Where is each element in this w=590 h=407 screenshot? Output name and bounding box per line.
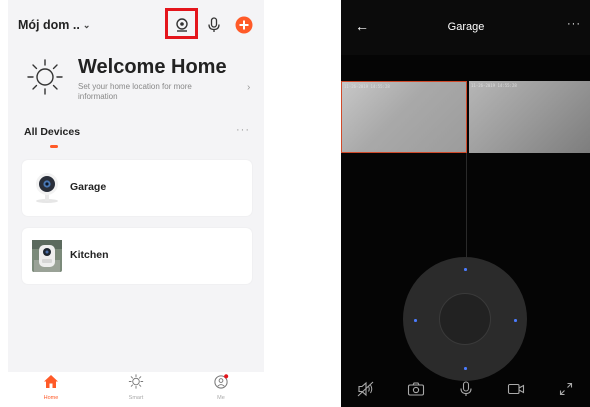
device-name: Garage [70, 181, 107, 193]
welcome-subtitle[interactable]: Set your home location for more informat… [78, 82, 218, 102]
add-device-button[interactable] [235, 16, 253, 34]
ptz-joystick[interactable] [403, 257, 527, 381]
camera-icon[interactable] [173, 16, 191, 34]
camera-toolbar [341, 373, 590, 407]
camera-header: ← Garage ··· [341, 0, 590, 55]
nav-label: Home [43, 395, 59, 401]
home-icon [44, 375, 58, 388]
camera-title: Garage [447, 21, 485, 33]
microphone-icon[interactable] [456, 379, 476, 399]
camera-device-icon [36, 173, 58, 203]
bottom-nav: Home Smart Me [8, 372, 264, 407]
nav-label: Smart [128, 395, 144, 401]
sun-icon [27, 59, 63, 95]
chevron-down-icon: ⌄ [82, 19, 91, 30]
nav-label: Me [217, 395, 225, 401]
nav-home[interactable]: Home [26, 374, 76, 401]
camera-screen: ← Garage ··· 11-26-2019 14:55:28 11-26-2… [341, 0, 590, 407]
device-name: Kitchen [70, 249, 109, 261]
snapshot-icon[interactable] [406, 379, 426, 399]
device-card-garage[interactable]: Garage [22, 160, 252, 216]
more-icon[interactable]: ··· [567, 18, 581, 30]
home-screen: Mój dom .. ⌄ Welcome Home Set your home … [8, 0, 264, 407]
ptz-down-dot[interactable] [464, 367, 467, 370]
home-selector[interactable]: Mój dom .. ⌄ [18, 18, 90, 32]
welcome-title: Welcome Home [78, 56, 227, 78]
video-feed-1[interactable]: 11-26-2019 14:55:28 [341, 81, 467, 153]
nav-me[interactable]: Me [196, 374, 246, 401]
more-icon[interactable]: ··· [236, 124, 250, 136]
profile-icon [214, 374, 229, 389]
video-feed-2[interactable]: 11-26-2019 14:55:28 [469, 81, 590, 153]
tab-all-devices[interactable]: All Devices [24, 126, 80, 138]
home-name: Mój dom .. [18, 18, 80, 32]
feed-timestamp: 11-26-2019 14:55:28 [344, 84, 390, 89]
ptz-up-dot[interactable] [464, 268, 467, 271]
microphone-icon[interactable] [205, 16, 223, 34]
ptz-right-dot[interactable] [514, 319, 517, 322]
chevron-right-icon[interactable]: › [247, 82, 250, 93]
device-card-kitchen[interactable]: Kitchen [22, 228, 252, 284]
divider [466, 153, 467, 258]
feed-timestamp: 11-26-2019 14:55:28 [471, 83, 517, 88]
mute-icon[interactable] [356, 379, 376, 399]
sun-icon [128, 374, 144, 389]
fullscreen-icon[interactable] [556, 379, 576, 399]
tab-indicator [50, 145, 58, 148]
ptz-center[interactable] [439, 293, 491, 345]
record-icon[interactable] [506, 379, 526, 399]
outdoor-camera-icon [32, 240, 62, 272]
ptz-left-dot[interactable] [414, 319, 417, 322]
nav-smart[interactable]: Smart [111, 374, 161, 401]
